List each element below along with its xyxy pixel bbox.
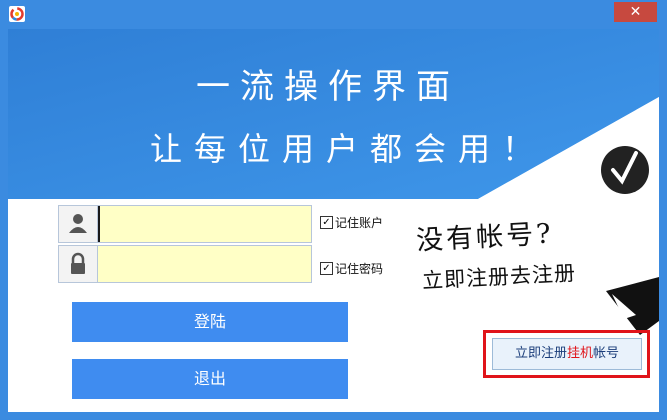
password-input[interactable] (98, 246, 311, 282)
lock-icon (59, 246, 98, 282)
login-panel: 一流操作界面 让每位用户都会用！ ✓ 记住账户 ✓ 记住密码 登陆 退出 没有帐… (8, 29, 659, 412)
app-window: ✕ 一流操作界面 让每位用户都会用！ ✓ 记住账户 ✓ 记住密码 登陆 退出 没… (0, 0, 667, 420)
password-field (58, 245, 312, 283)
title-bar[interactable]: ✕ (0, 0, 667, 29)
slogan-line2: 让每位用户都会用！ (149, 130, 546, 168)
register-label-suffix: 帐号 (593, 346, 620, 361)
user-icon (59, 206, 98, 242)
remember-account-label: 记住账户 (335, 216, 384, 230)
close-button[interactable]: ✕ (614, 2, 657, 22)
arrow-icon (606, 277, 659, 335)
remember-account-checkbox[interactable]: ✓ 记住账户 (320, 214, 383, 231)
remember-password-label: 记住密码 (335, 262, 384, 276)
slogan-line1: 一流操作界面 (196, 67, 460, 107)
checkbox-checked-icon: ✓ (320, 216, 333, 229)
app-logo-icon (9, 6, 25, 22)
checkbox-checked-icon: ✓ (320, 262, 333, 275)
exit-button[interactable]: 退出 (72, 359, 348, 399)
account-input[interactable] (98, 206, 311, 242)
promo-no-account: 没有帐号? (415, 218, 555, 257)
remember-password-checkbox[interactable]: ✓ 记住密码 (320, 260, 383, 277)
register-label-highlight: 挂机 (566, 346, 593, 361)
register-account-button[interactable]: 立即注册挂机帐号 (492, 338, 642, 370)
close-icon: ✕ (629, 4, 642, 20)
register-label-prefix: 立即注册 (514, 346, 567, 361)
account-field (58, 205, 312, 243)
login-button[interactable]: 登陆 (72, 302, 348, 342)
